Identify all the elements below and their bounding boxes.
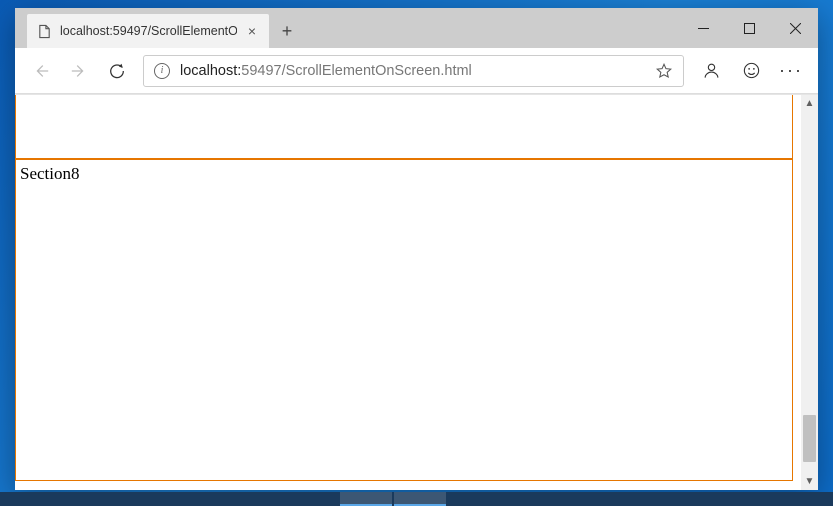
more-icon: ···: [779, 60, 803, 81]
toolbar: i localhost:59497/ScrollElementOnScreen.…: [15, 48, 818, 94]
section-8: Section8: [15, 159, 793, 481]
address-bar[interactable]: i localhost:59497/ScrollElementOnScreen.…: [143, 55, 684, 87]
scroll-thumb[interactable]: [803, 415, 816, 462]
favorite-icon[interactable]: [655, 62, 673, 80]
content-area: Section8 ▲ ▼: [15, 94, 818, 490]
title-bar-drag[interactable]: [305, 8, 680, 48]
page-viewport[interactable]: Section8: [15, 95, 801, 490]
url-host: localhost:: [180, 63, 241, 79]
scroll-track[interactable]: [801, 112, 818, 473]
vertical-scrollbar[interactable]: ▲ ▼: [801, 95, 818, 490]
refresh-button[interactable]: [99, 53, 135, 89]
forward-button[interactable]: [61, 53, 97, 89]
scroll-down-button[interactable]: ▼: [801, 473, 818, 490]
title-bar: localhost:59497/ScrollElementO × +: [15, 8, 818, 48]
taskbar-item[interactable]: [394, 492, 446, 506]
close-icon[interactable]: ×: [245, 24, 259, 38]
page-icon: [37, 24, 52, 39]
tab-title: localhost:59497/ScrollElementO: [60, 24, 237, 38]
section-previous: [15, 95, 793, 159]
site-info-icon[interactable]: i: [154, 63, 170, 79]
profile-button[interactable]: [692, 53, 730, 89]
url-text: localhost:59497/ScrollElementOnScreen.ht…: [180, 63, 472, 79]
taskbar[interactable]: [0, 492, 833, 506]
url-path: 59497/ScrollElementOnScreen.html: [241, 63, 472, 79]
section-label: Section8: [20, 164, 80, 183]
maximize-button[interactable]: [726, 12, 772, 44]
tab-active[interactable]: localhost:59497/ScrollElementO ×: [27, 14, 269, 48]
taskbar-item[interactable]: [340, 492, 392, 506]
more-button[interactable]: ···: [772, 53, 810, 89]
browser-window: localhost:59497/ScrollElementO × +: [15, 8, 818, 490]
feedback-button[interactable]: [732, 53, 770, 89]
scroll-up-button[interactable]: ▲: [801, 95, 818, 112]
new-tab-button[interactable]: +: [269, 14, 305, 48]
window-controls: [680, 8, 818, 48]
minimize-button[interactable]: [680, 12, 726, 44]
back-button[interactable]: [23, 53, 59, 89]
close-button[interactable]: [772, 12, 818, 44]
